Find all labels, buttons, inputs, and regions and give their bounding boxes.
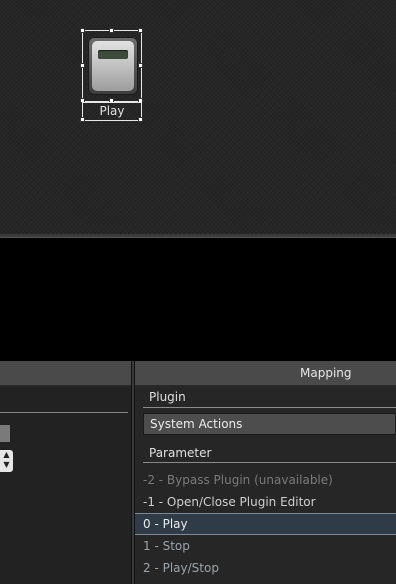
parameter-label: Parameter — [149, 446, 212, 460]
pad-button-icon[interactable] — [88, 37, 138, 95]
resize-handle-t[interactable] — [109, 28, 114, 33]
editor-canvas[interactable]: Play — [0, 0, 396, 234]
mapping-header: Mapping — [135, 361, 396, 386]
parameter-list[interactable]: -2 - Bypass Plugin (unavailable) -1 - Op… — [135, 469, 396, 579]
list-item[interactable]: -1 - Open/Close Plugin Editor — [135, 491, 396, 513]
label-handle-bl[interactable] — [80, 117, 85, 122]
plugin-select[interactable]: System Actions — [143, 413, 396, 435]
list-item-selected[interactable]: 0 - Play — [135, 513, 396, 535]
led-indicator-icon — [98, 50, 128, 59]
list-item[interactable]: -2 - Bypass Plugin (unavailable) — [135, 469, 396, 491]
play-button-widget[interactable]: Play — [80, 28, 143, 122]
properties-header — [0, 361, 131, 386]
pad-face — [92, 41, 134, 91]
plugin-label: Plugin — [149, 390, 186, 404]
properties-separator — [0, 412, 128, 413]
resize-handle-r[interactable] — [138, 63, 143, 68]
widget-label[interactable]: Play — [82, 102, 142, 121]
resize-handle-l[interactable] — [80, 63, 85, 68]
mapping-panel: Mapping Plugin System Actions Parameter … — [135, 361, 396, 584]
list-item[interactable]: 2 - Play/Stop — [135, 557, 396, 579]
properties-input-field[interactable] — [0, 425, 10, 442]
empty-area — [0, 238, 396, 360]
label-handle-br[interactable] — [138, 117, 143, 122]
resize-handle-tl[interactable] — [80, 28, 85, 33]
plugin-separator — [143, 407, 396, 408]
properties-panel: ▲ ▼ — [0, 361, 131, 584]
resize-handle-tr[interactable] — [138, 28, 143, 33]
mapping-title: Mapping — [300, 366, 352, 380]
parameter-separator — [143, 462, 396, 463]
list-item[interactable]: 1 - Stop — [135, 535, 396, 557]
up-down-arrows-icon[interactable]: ▲ ▼ — [0, 450, 13, 472]
selection-frame — [82, 30, 142, 102]
